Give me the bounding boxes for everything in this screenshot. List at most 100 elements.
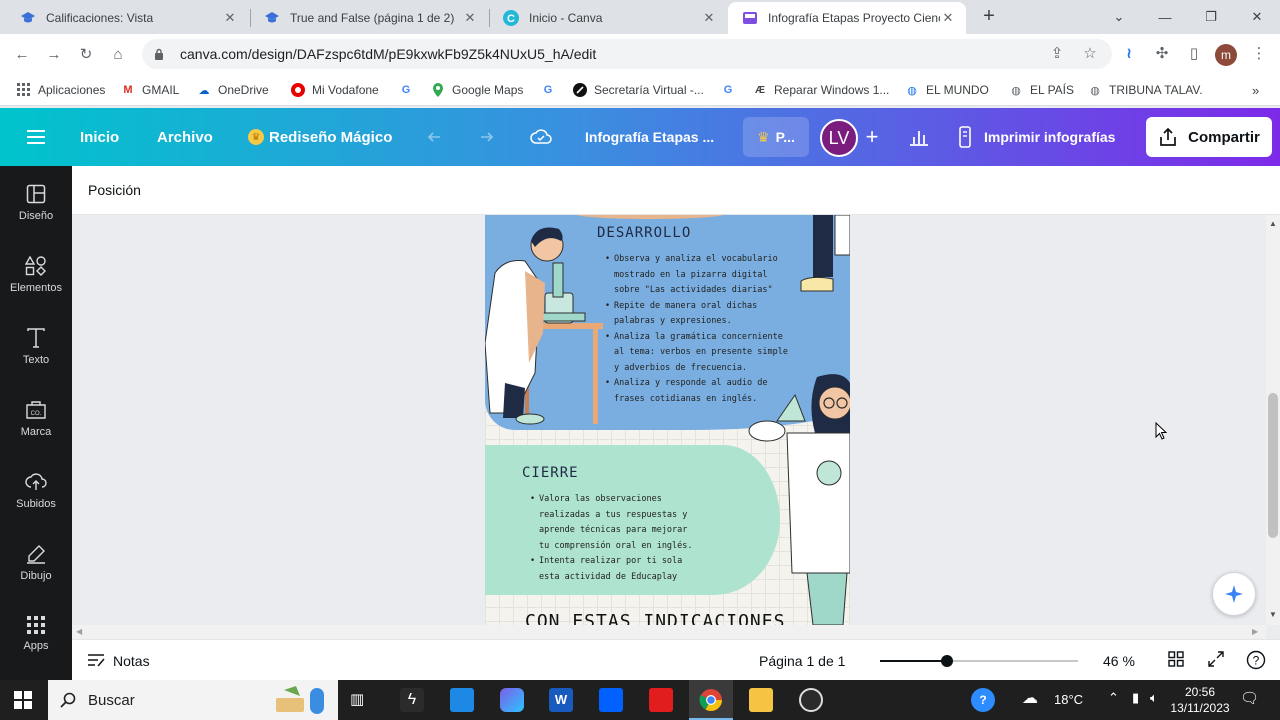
side-panel-icon[interactable]: ▯ — [1183, 42, 1205, 64]
chrome-taskbar-button-active[interactable] — [689, 680, 733, 720]
scroll-up-arrow-icon[interactable]: ▲ — [1269, 219, 1277, 228]
cierre-bullets[interactable]: Valora las observaciones realizadas a tu… — [530, 492, 700, 585]
file-explorer-icon[interactable] — [749, 688, 773, 712]
cierre-title[interactable]: CIERRE — [522, 465, 579, 481]
chrome-menu-icon[interactable]: ⋮ — [1248, 42, 1270, 64]
share-button[interactable]: Compartir — [1146, 117, 1272, 157]
hamburger-menu-icon[interactable] — [24, 125, 48, 149]
browser-tab[interactable]: C Inicio - Canva ✕ — [489, 2, 727, 34]
zoom-percentage[interactable]: 46 % — [1103, 653, 1135, 669]
bookmark-google-maps[interactable]: Google Maps — [430, 81, 523, 99]
close-tab-icon[interactable]: ✕ — [940, 10, 956, 26]
taskbar-search[interactable]: Buscar — [48, 680, 338, 720]
tray-chevron-up-icon[interactable]: ⌃ — [1108, 690, 1119, 706]
bookmark-aplicaciones[interactable]: Aplicaciones — [16, 81, 105, 99]
temperature-text[interactable]: 18°C — [1054, 692, 1083, 707]
bottom-heading[interactable]: CON ESTAS INDICACIONES — [525, 611, 785, 625]
rail-item-subidos[interactable]: Subidos — [0, 472, 72, 532]
close-tab-icon[interactable]: ✕ — [222, 10, 238, 26]
close-window-icon[interactable]: ✕ — [1234, 0, 1280, 34]
notes-button[interactable]: Notas — [88, 653, 150, 669]
new-tab-plus-icon[interactable]: + — [978, 5, 1000, 27]
bookmark-el-mundo[interactable]: ◍ EL MUNDO — [904, 81, 989, 99]
bookmark-star-icon[interactable]: ☆ — [1079, 42, 1101, 64]
zoom-slider[interactable] — [880, 655, 1078, 667]
taskbar-clock[interactable]: 20:56 13/11/2023 — [1168, 684, 1232, 716]
cloud-saved-icon[interactable] — [529, 125, 553, 149]
page-indicator[interactable]: Página 1 de 1 — [759, 653, 845, 669]
undo-icon[interactable] — [425, 125, 449, 149]
bookmark-gmail[interactable]: M GMAIL — [120, 81, 179, 99]
browser-tab[interactable]: Calificaciones: Vista ✕ — [6, 2, 248, 34]
battery-icon[interactable]: ▮ — [1132, 690, 1139, 706]
vertical-scrollbar[interactable]: ▲ ▼ — [1266, 215, 1280, 625]
desarrollo-bullets[interactable]: Observa y analiza el vocabulario mostrad… — [605, 252, 790, 407]
browser-tab-active[interactable]: Infografía Etapas Proyecto Cienc ✕ — [728, 2, 966, 34]
scroll-down-arrow-icon[interactable]: ▼ — [1269, 610, 1277, 619]
rail-item-marca[interactable]: CO. Marca — [0, 400, 72, 460]
bookmark-mi-vodafone[interactable]: Mi Vodafone — [290, 81, 379, 99]
scroll-right-arrow-icon[interactable]: ▶ — [1252, 627, 1258, 636]
mail-app-icon[interactable] — [450, 688, 474, 712]
notifications-icon[interactable]: 🗨︎ — [1240, 689, 1259, 707]
zoom-slider-knob[interactable] — [941, 655, 954, 667]
weather-cloud-icon[interactable]: ☁ — [1022, 688, 1038, 708]
dropbox-app-icon[interactable] — [599, 688, 623, 712]
home-icon[interactable]: ⌂ — [106, 42, 130, 66]
desarrollo-title[interactable]: DESARROLLO — [597, 225, 691, 241]
canvas-workspace[interactable]: DESARROLLO Observa y analiza el vocabula… — [72, 215, 1266, 625]
horizontal-scrollbar[interactable]: ◀ ▶ — [72, 625, 1266, 639]
insights-chart-icon[interactable] — [907, 125, 931, 149]
reload-icon[interactable]: ↻ — [74, 42, 98, 66]
design-page[interactable]: DESARROLLO Observa y analiza el vocabula… — [485, 215, 850, 625]
forward-arrow-icon[interactable]: → — [42, 42, 66, 66]
volume-icon[interactable]: 🔈︎ — [1150, 690, 1158, 706]
user-avatar[interactable]: LV — [820, 119, 858, 157]
profile-avatar[interactable]: m — [1215, 44, 1237, 66]
archivo-button[interactable]: Archivo — [157, 108, 213, 166]
bookmark-tribuna-talav[interactable]: ◍ TRIBUNA TALAV. — [1087, 81, 1202, 99]
bookmark-google[interactable]: G — [398, 81, 420, 99]
fullscreen-icon[interactable] — [1208, 651, 1224, 670]
tab-search-chevron-icon[interactable]: ⌄ — [1096, 0, 1142, 34]
redo-icon[interactable] — [472, 125, 496, 149]
browser-tab[interactable]: True and False (página 1 de 2) ✕ — [250, 2, 488, 34]
back-arrow-icon[interactable]: ← — [10, 42, 34, 66]
bookmark-google[interactable]: G — [540, 81, 562, 99]
extension-icon[interactable]: ≀ — [1118, 42, 1140, 64]
windows-start-icon[interactable] — [14, 691, 32, 712]
taskbar-app-icon[interactable] — [500, 688, 524, 712]
help-icon[interactable]: ? — [1246, 650, 1266, 673]
document-title[interactable]: Infografía Etapas ... — [585, 108, 714, 166]
magic-assistant-button[interactable] — [1212, 572, 1256, 616]
rail-item-apps[interactable]: Apps — [0, 616, 72, 676]
print-infographics-button[interactable]: Imprimir infografías — [958, 108, 1115, 166]
close-tab-icon[interactable]: ✕ — [701, 10, 717, 26]
vertical-scrollbar-thumb[interactable] — [1268, 393, 1278, 538]
pro-button[interactable]: ♛ P... — [743, 117, 809, 157]
scroll-left-arrow-icon[interactable]: ◀ — [76, 627, 82, 636]
bookmark-reparar-windows[interactable]: Æ Reparar Windows 1... — [752, 81, 889, 99]
minimize-icon[interactable]: — — [1142, 0, 1188, 34]
rail-item-elementos[interactable]: Elementos — [0, 256, 72, 316]
address-bar[interactable]: canva.com/design/DAFzspc6tdM/pE9kxwkFb9Z… — [142, 39, 1112, 69]
taskbar-app-icon[interactable] — [799, 688, 823, 712]
word-app-icon[interactable]: W — [549, 688, 573, 712]
rail-item-texto[interactable]: Texto — [0, 328, 72, 388]
bookmark-el-pais[interactable]: ◍ EL PAÍS — [1008, 81, 1074, 99]
rail-item-dibujo[interactable]: Dibujo — [0, 544, 72, 604]
more-bookmarks-chevron-icon[interactable]: » — [1252, 81, 1259, 99]
taskbar-app-icon[interactable]: ϟ — [400, 688, 424, 712]
magic-redesign-button[interactable]: ♛ Rediseño Mágico — [248, 108, 392, 166]
grid-view-icon[interactable] — [1168, 651, 1184, 670]
close-tab-icon[interactable]: ✕ — [462, 10, 478, 26]
add-collaborator-plus-icon[interactable]: + — [860, 124, 884, 149]
puzzle-extensions-icon[interactable]: ✣ — [1151, 42, 1173, 64]
help-app-icon[interactable]: ? — [971, 688, 995, 712]
task-view-icon[interactable]: ▥ — [350, 690, 364, 708]
bookmark-secretaria-virtual[interactable]: Secretaría Virtual -... — [572, 81, 704, 99]
rail-item-diseno[interactable]: Diseño — [0, 184, 72, 244]
restore-icon[interactable]: ❐ — [1188, 0, 1234, 34]
bookmark-onedrive[interactable]: ☁ OneDrive — [196, 81, 269, 99]
acrobat-app-icon[interactable] — [649, 688, 673, 712]
